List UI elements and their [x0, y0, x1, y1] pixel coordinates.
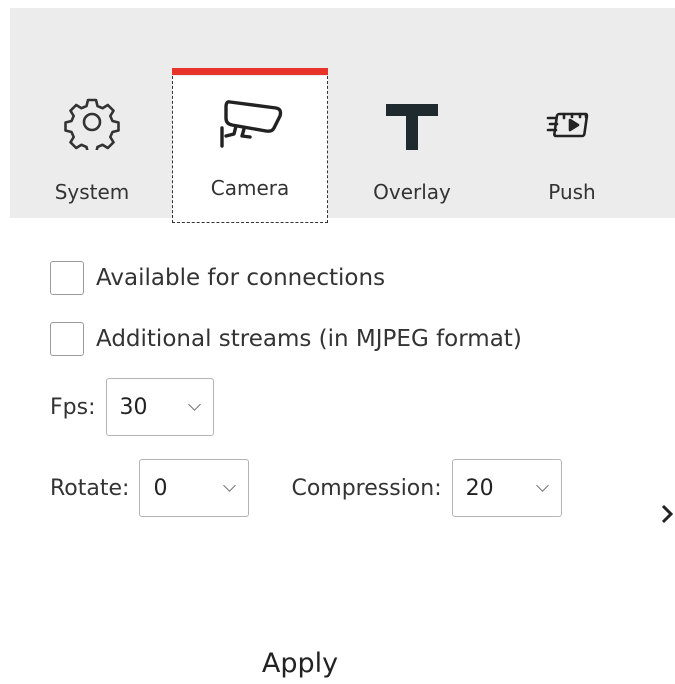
- compression-value: 20: [465, 475, 494, 501]
- compression-label: Compression:: [291, 475, 442, 501]
- mjpeg-checkbox[interactable]: [50, 322, 84, 356]
- rotate-select[interactable]: 0: [139, 459, 250, 517]
- tab-camera[interactable]: Camera: [172, 68, 328, 223]
- apply-button[interactable]: Apply: [240, 648, 360, 679]
- tab-push[interactable]: Push: [494, 76, 650, 223]
- tab-system-label: System: [54, 180, 130, 204]
- push-video-icon: [494, 94, 650, 154]
- rotate-value: 0: [153, 475, 168, 501]
- mjpeg-row: Additional streams (in MJPEG format): [50, 322, 522, 356]
- chevron-down-icon: [223, 479, 237, 492]
- gear-icon: [14, 94, 170, 154]
- chevron-down-icon: [187, 398, 201, 411]
- tab-camera-label: Camera: [210, 176, 290, 200]
- available-label: Available for connections: [96, 265, 386, 291]
- tab-system[interactable]: System: [14, 76, 170, 223]
- compression-select[interactable]: 20: [451, 459, 562, 517]
- tab-overlay[interactable]: Overlay: [334, 76, 490, 223]
- available-checkbox[interactable]: [50, 261, 84, 295]
- tab-push-label: Push: [548, 180, 596, 204]
- available-row: Available for connections: [50, 261, 385, 295]
- fps-label: Fps:: [50, 394, 96, 420]
- rotate-compression-row: Rotate: 0 Compression: 20: [50, 459, 562, 517]
- fps-row: Fps: 30: [50, 378, 214, 436]
- fps-select[interactable]: 30: [105, 378, 214, 436]
- chevron-down-icon: [535, 479, 549, 492]
- rotate-label: Rotate:: [50, 475, 130, 501]
- active-tab-indicator: [172, 68, 328, 75]
- tab-overlay-label: Overlay: [373, 180, 451, 204]
- mjpeg-label: Additional streams (in MJPEG format): [96, 326, 522, 352]
- fps-value: 30: [119, 394, 148, 420]
- text-t-icon: [334, 94, 490, 154]
- chevron-right-icon[interactable]: [660, 500, 674, 528]
- security-camera-icon: [173, 94, 327, 154]
- tab-bar: System Camera Overlay Push: [10, 8, 675, 223]
